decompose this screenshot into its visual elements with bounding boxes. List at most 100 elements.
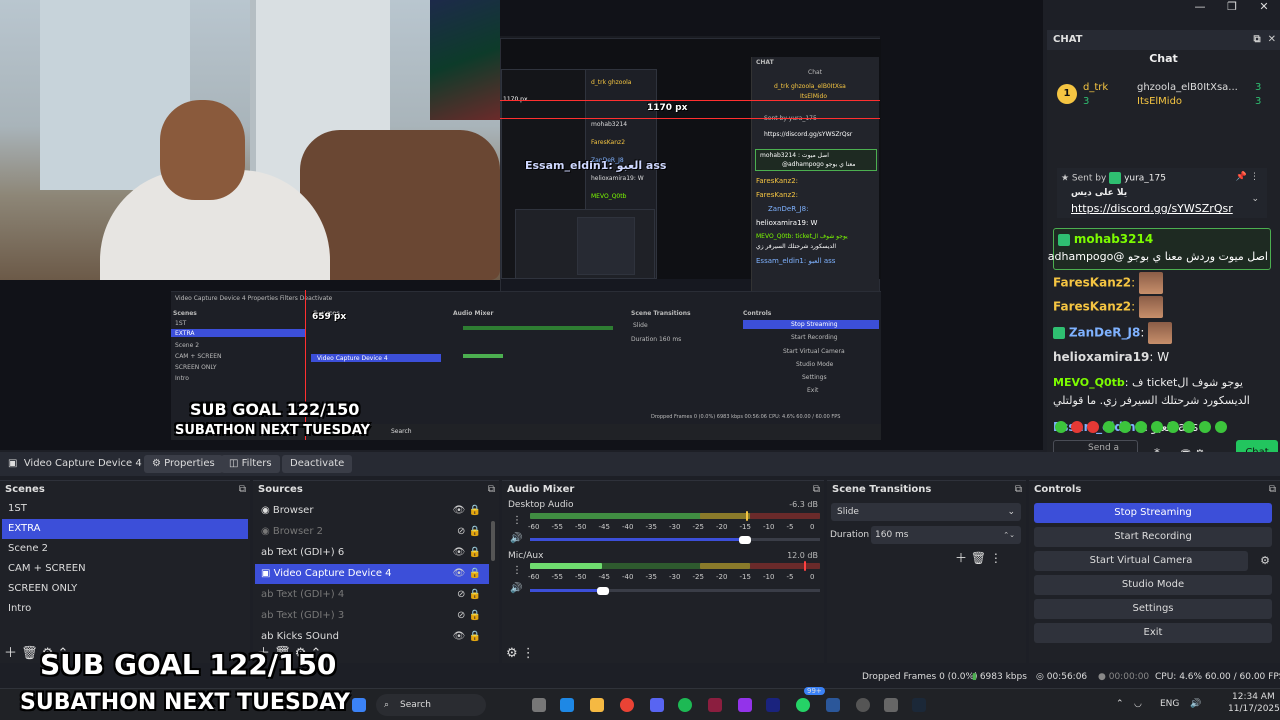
obs-icon[interactable]: [856, 698, 870, 712]
signal-icon: ▮: [972, 672, 977, 682]
app-icon[interactable]: [738, 698, 752, 712]
float-dock-icon[interactable]: ⧉: [239, 481, 246, 499]
studio-mode-button[interactable]: Studio Mode: [1034, 575, 1272, 595]
chevron-down-icon[interactable]: ⌄: [1251, 194, 1259, 204]
text-icon: ab: [261, 610, 274, 621]
float-dock-icon[interactable]: ⧉: [1015, 481, 1022, 499]
folder-icon[interactable]: [590, 698, 604, 712]
transition-select[interactable]: Slide ⌄: [831, 503, 1021, 521]
pin-icon[interactable]: 📌 ⋮: [1236, 172, 1259, 182]
chat-username[interactable]: MEVO_Q0tb: [1053, 376, 1125, 389]
program-preview[interactable]: d_trk ghzoola mohab3214 FaresKanz2 ZanDe…: [0, 0, 1043, 450]
leader-name[interactable]: d_trk: [1083, 82, 1108, 93]
start-recording-button[interactable]: Start Recording: [1034, 527, 1272, 547]
source-item[interactable]: ab Text (GDI+) 4 ⊘ 🔒: [255, 585, 489, 605]
filters-button[interactable]: ◫ Filters: [221, 455, 280, 473]
spotify-icon[interactable]: [678, 698, 692, 712]
eye-icon[interactable]: 👁 🔒: [453, 564, 481, 584]
chat-username[interactable]: FaresKanz2: [1053, 300, 1131, 314]
word-icon[interactable]: [826, 698, 840, 712]
mixer-toolbar[interactable]: ⚙ ⋮: [506, 646, 535, 661]
speaker-icon[interactable]: 🔊: [510, 583, 522, 594]
source-item[interactable]: ◉ Browser 👁 🔒: [255, 501, 489, 521]
scene-item[interactable]: EXTRA: [2, 519, 248, 539]
wifi-icon[interactable]: ◡: [1134, 699, 1142, 709]
nested-chat-user: d_trk ghzoola: [591, 79, 632, 86]
transition-toolbar[interactable]: ＋ 🗑 ⋮: [955, 549, 1002, 566]
eye-hidden-icon[interactable]: ⊘ 🔒: [457, 522, 481, 542]
taskbar-search[interactable]: ⌕ Search: [376, 694, 486, 716]
source-item[interactable]: ▣ Video Capture Device 4 👁 🔒: [255, 564, 489, 584]
chat-username[interactable]: FaresKanz2: [1053, 276, 1131, 290]
float-dock-icon[interactable]: ⧉: [1254, 34, 1261, 45]
scene-item[interactable]: Scene 2: [2, 539, 248, 559]
scene-item[interactable]: 1ST: [2, 499, 248, 519]
highlighted-message: mohab3214 اصل ميوت وردش معنا ي بوجو @adh…: [1048, 228, 1271, 270]
speaker-icon[interactable]: 🔊: [510, 533, 522, 544]
scene-item[interactable]: SCREEN ONLY: [2, 579, 248, 599]
eye-icon[interactable]: 👁 🔒: [453, 627, 481, 647]
emote-icon: [1138, 296, 1163, 318]
exit-button[interactable]: Exit: [1034, 623, 1272, 643]
whatsapp-icon[interactable]: [796, 698, 810, 712]
float-dock-icon[interactable]: ⧉: [1269, 481, 1276, 499]
task-view-icon[interactable]: [532, 698, 546, 712]
chat-username[interactable]: ZanDeR_J8: [1069, 326, 1141, 340]
eye-icon[interactable]: 👁 🔒: [453, 543, 481, 563]
menu-icon[interactable]: ⋮: [512, 565, 522, 576]
tray-chevron-icon[interactable]: ⌃: [1116, 699, 1124, 709]
start-virtual-camera-button[interactable]: Start Virtual Camera: [1034, 551, 1248, 571]
premiere-icon[interactable]: [766, 698, 780, 712]
clock-time[interactable]: 12:34 AM: [1232, 692, 1275, 702]
fader-knob[interactable]: [738, 536, 751, 544]
minimize-button[interactable]: —: [1184, 0, 1216, 14]
leader-name[interactable]: ItsElMido: [1137, 96, 1182, 107]
discord-link[interactable]: https://discord.gg/sYWSZrQsr: [1071, 202, 1233, 215]
float-dock-icon[interactable]: ⧉: [813, 481, 820, 499]
sub-goal-overlay: SUB GOAL 122/150: [40, 648, 337, 681]
source-item[interactable]: ab Text (GDI+) 6 👁 🔒: [255, 543, 489, 563]
eye-icon[interactable]: 👁 🔒: [453, 501, 481, 521]
chat-username[interactable]: helioxamira19: [1053, 350, 1149, 364]
chat-leaderboard: 1 d_trk 3 ghzoola_elB0ItXsa... 3 ItsElMi…: [1057, 80, 1272, 114]
volume-icon[interactable]: 🔊: [1190, 699, 1201, 709]
deactivate-button[interactable]: Deactivate: [282, 455, 353, 473]
meter-tick-label: -55: [551, 523, 563, 531]
eye-hidden-icon[interactable]: ⊘ 🔒: [457, 585, 481, 605]
leader-name[interactable]: ghzoola_elB0ItXsa...: [1137, 82, 1238, 93]
windows-start-icon[interactable]: [352, 698, 366, 712]
app-icon[interactable]: [884, 698, 898, 712]
menu-icon[interactable]: ⋮: [512, 515, 522, 526]
px-measure-label: 659 px: [312, 312, 347, 322]
duration-input[interactable]: 160 ms ⌃⌄: [871, 526, 1021, 544]
eye-hidden-icon[interactable]: ⊘ 🔒: [457, 606, 481, 626]
app-icon[interactable]: [708, 698, 722, 712]
language-indicator[interactable]: ENG: [1160, 699, 1179, 709]
window-controls: — ❐ ✕: [1184, 0, 1280, 14]
emote-bar[interactable]: [1055, 421, 1231, 435]
source-item[interactable]: ◉ Browser 2 ⊘ 🔒: [255, 522, 489, 542]
discord-icon[interactable]: [650, 698, 664, 712]
fps: 60.00 / 60.00 FPS: [1205, 672, 1280, 682]
sources-scrollbar[interactable]: [491, 521, 495, 561]
chrome-icon[interactable]: [620, 698, 634, 712]
webcam-feed: [0, 0, 500, 280]
scene-item[interactable]: CAM + SCREEN: [2, 559, 248, 579]
close-dock-icon[interactable]: ✕: [1268, 34, 1276, 45]
close-button[interactable]: ✕: [1248, 0, 1280, 14]
clock-date[interactable]: 11/17/2025: [1228, 704, 1280, 714]
meter-tick-label: -45: [598, 523, 610, 531]
stop-streaming-button[interactable]: Stop Streaming: [1034, 503, 1272, 523]
scene-item[interactable]: Intro: [2, 599, 248, 619]
notification-badge: 99+: [804, 687, 825, 695]
properties-button[interactable]: ⚙ Properties: [144, 455, 223, 473]
source-item[interactable]: ab Text (GDI+) 3 ⊘ 🔒: [255, 606, 489, 626]
edge-icon[interactable]: [560, 698, 574, 712]
virtual-camera-settings-icon[interactable]: ⚙: [1255, 551, 1275, 571]
float-dock-icon[interactable]: ⧉: [488, 481, 495, 499]
steam-icon[interactable]: [912, 698, 926, 712]
fader-knob[interactable]: [596, 587, 609, 595]
maximize-button[interactable]: ❐: [1216, 0, 1248, 14]
settings-button[interactable]: Settings: [1034, 599, 1272, 619]
stepper-icon[interactable]: ⌃⌄: [1003, 526, 1015, 544]
